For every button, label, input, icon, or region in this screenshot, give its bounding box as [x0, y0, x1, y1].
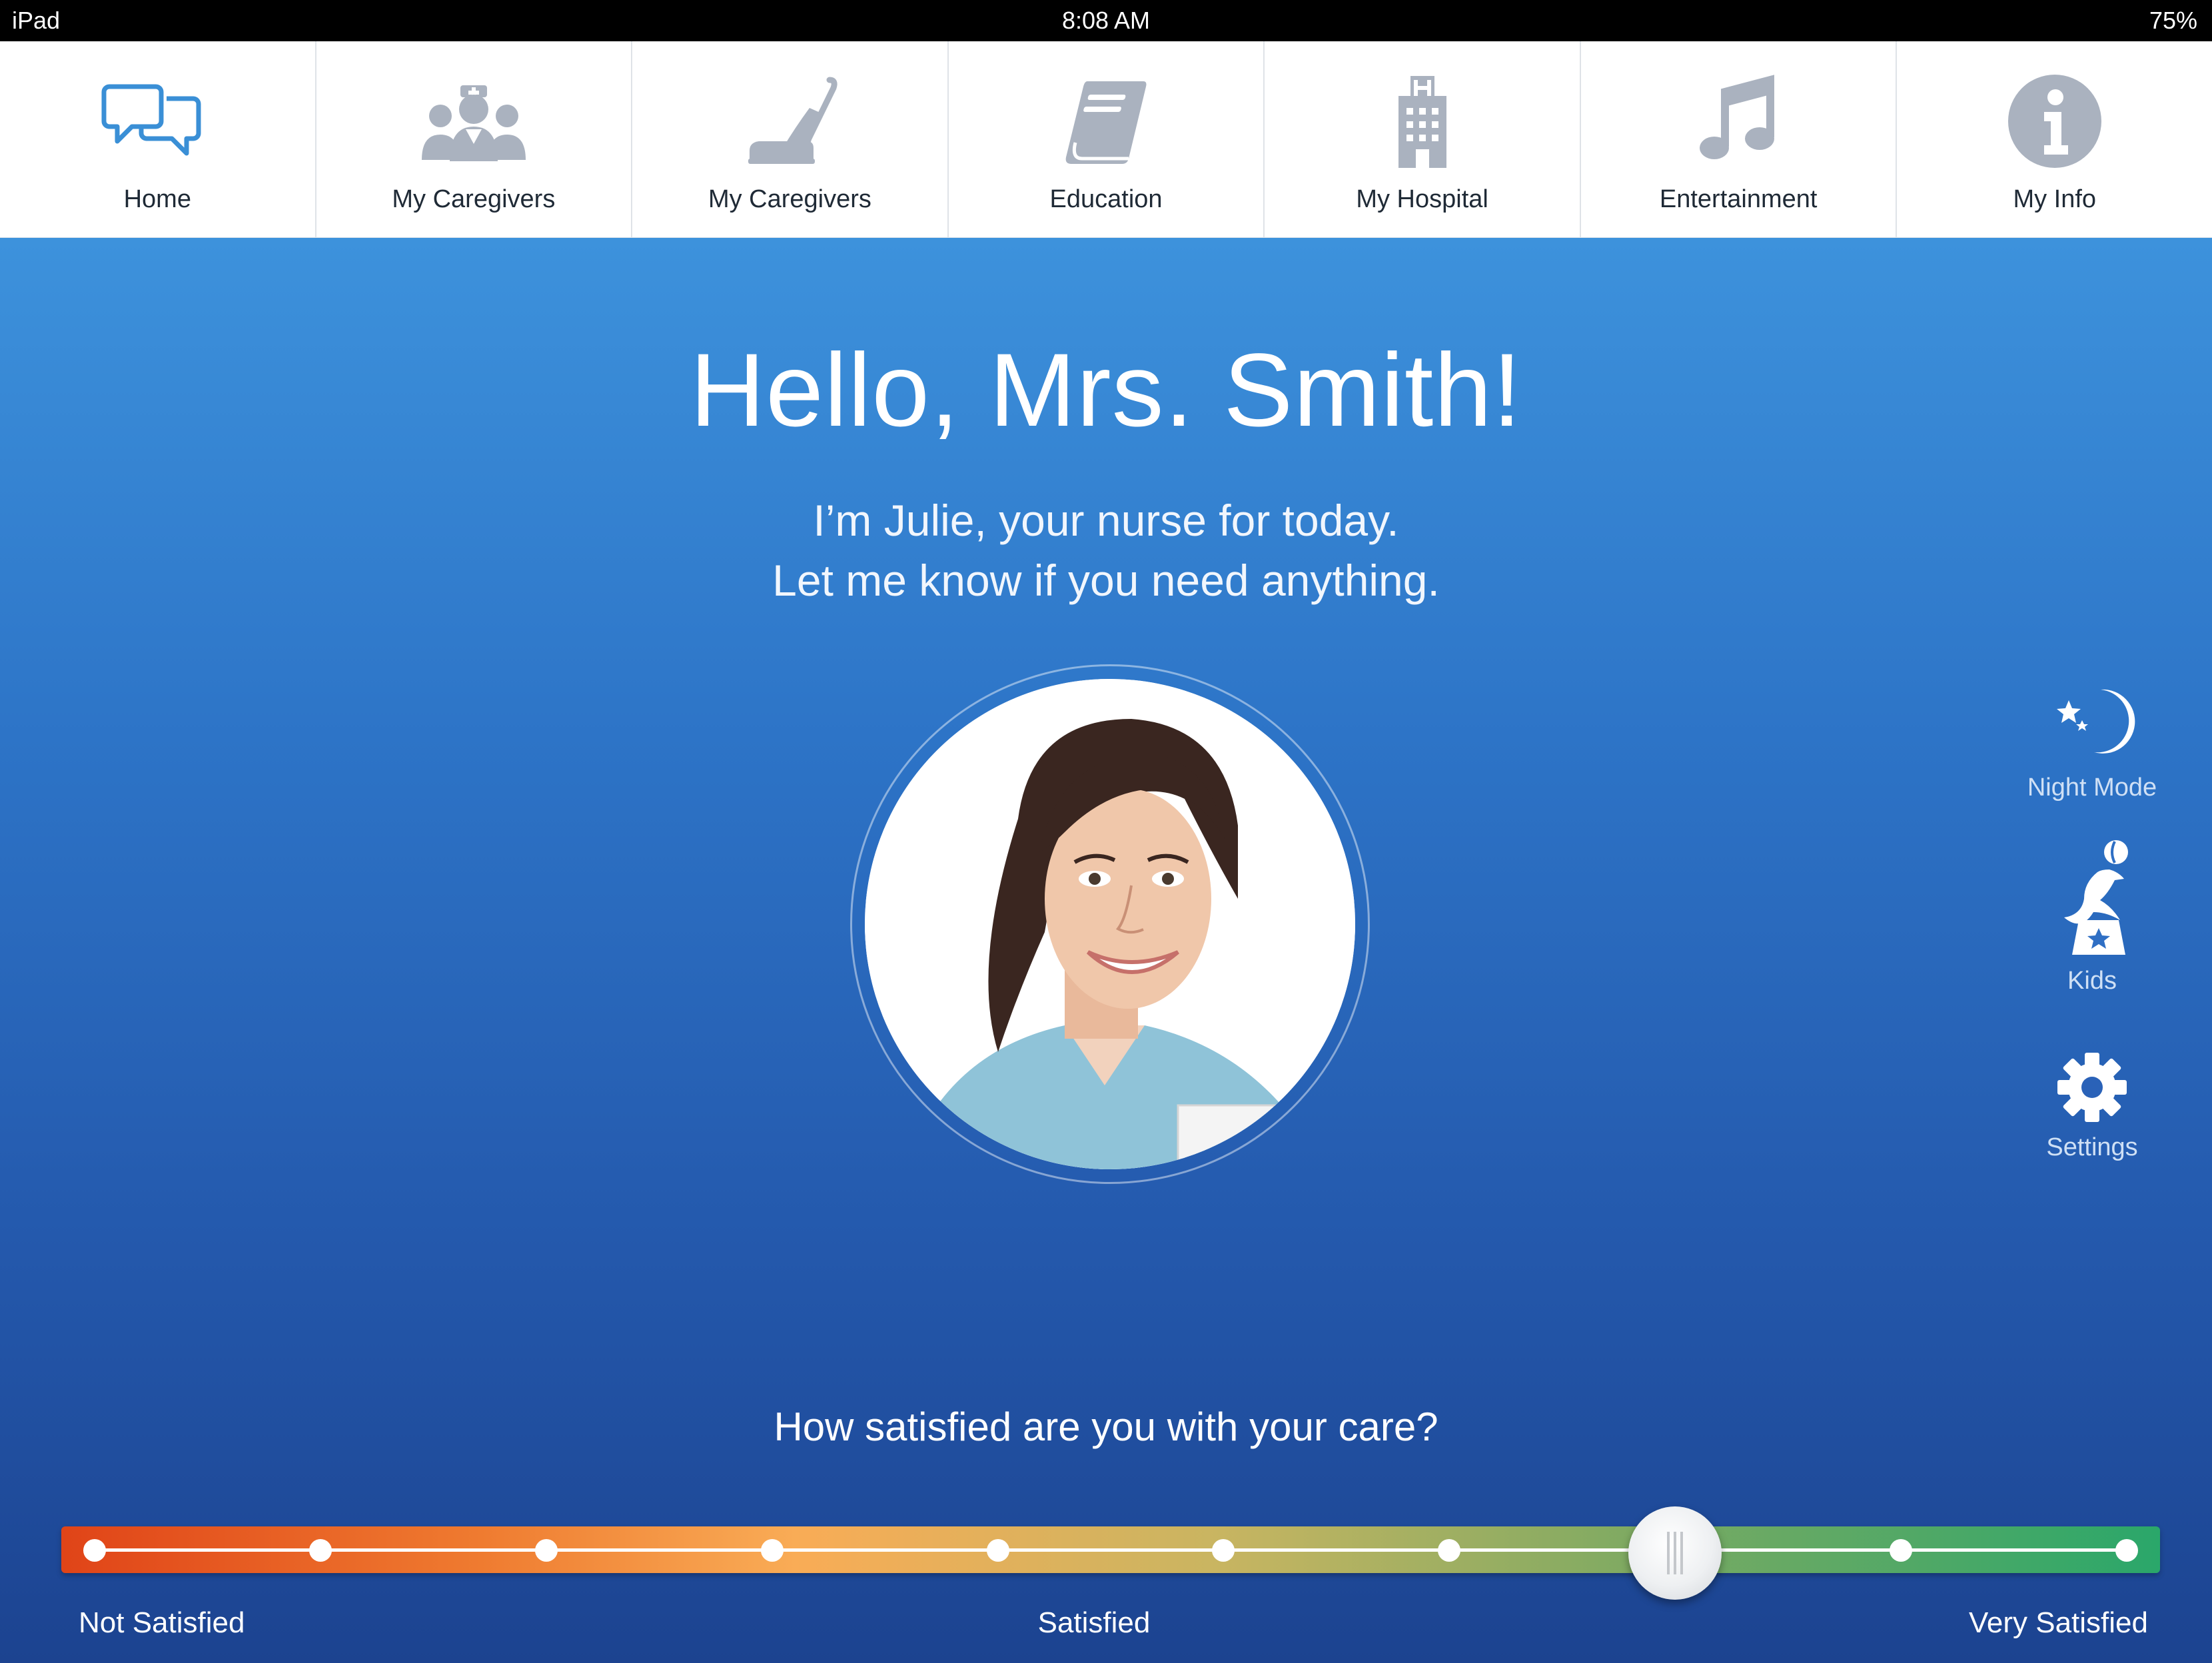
slider-step-dot[interactable]: [1890, 1539, 1913, 1562]
kids-button[interactable]: Kids: [1992, 837, 2192, 995]
slider-line: [95, 1548, 2127, 1552]
nav-label-my-caregivers: My Caregivers: [392, 185, 556, 213]
knob-grip: [1674, 1532, 1677, 1574]
seal-ball-icon: [2045, 837, 2139, 957]
satisfaction-question: How satisfied are you with your care?: [774, 1404, 1438, 1449]
info-icon: [1995, 68, 2115, 175]
main-panel: Hello, Mrs. Smith! I’m Julie, your nurse…: [0, 238, 2212, 1663]
kids-label: Kids: [2067, 967, 2117, 995]
nav-label-my-hospital: My Hospital: [1356, 185, 1488, 213]
nav-item-my-info[interactable]: My Info: [1897, 41, 2212, 237]
slider-step-dot[interactable]: [986, 1539, 1009, 1562]
slider-step-dot[interactable]: [1212, 1539, 1235, 1562]
top-nav: Home My Caregivers My Caregivers Educati…: [0, 41, 2212, 239]
nurse-intro-line-1: I’m Julie, your nurse for today.: [813, 496, 1399, 545]
nav-item-my-caregivers[interactable]: My Caregivers: [316, 41, 633, 237]
chat-bubbles-icon: [97, 68, 217, 175]
nav-label-my-caregivers-2: My Caregivers: [708, 185, 871, 213]
nav-item-my-hospital[interactable]: My Hospital: [1265, 41, 1581, 237]
slider-step-dot[interactable]: [534, 1539, 558, 1562]
nav-label-entertainment: Entertainment: [1659, 185, 1818, 213]
night-mode-label: Night Mode: [2027, 774, 2157, 802]
book-icon: [1046, 68, 1166, 175]
slider-step-dot[interactable]: [2115, 1539, 2138, 1562]
clock: 8:08 AM: [1061, 7, 1151, 34]
slider-step-dot[interactable]: [1438, 1539, 1461, 1562]
nurse-avatar: [865, 679, 1355, 1169]
knob-grip: [1680, 1532, 1684, 1574]
slider-step-dot[interactable]: [83, 1539, 106, 1562]
vacuum-icon: [730, 68, 849, 175]
night-mode-button[interactable]: Night Mode: [1992, 678, 2192, 802]
battery-level: 75%: [2149, 7, 2197, 34]
nav-label-home: Home: [123, 185, 191, 213]
nav-item-my-caregivers-housekeeping[interactable]: My Caregivers: [632, 41, 949, 237]
nav-label-education: Education: [1049, 185, 1163, 213]
greeting-title: Hello, Mrs. Smith!: [690, 332, 1522, 448]
music-note-icon: [1678, 68, 1798, 175]
hospital-icon: [1363, 68, 1482, 175]
knob-grip: [1667, 1532, 1670, 1574]
nav-item-entertainment[interactable]: Entertainment: [1581, 41, 1898, 237]
satisfaction-slider[interactable]: [61, 1506, 2160, 1600]
label-very-satisfied: Very Satisfied: [1968, 1606, 2148, 1639]
slider-step-dot[interactable]: [308, 1539, 332, 1562]
caregivers-icon: [414, 68, 534, 175]
moon-stars-icon: [2049, 678, 2135, 764]
label-satisfied: Satisfied: [1037, 1606, 1151, 1639]
nav-label-my-info: My Info: [2013, 185, 2097, 213]
slider-step-dot[interactable]: [760, 1539, 784, 1562]
nav-item-education[interactable]: Education: [949, 41, 1265, 237]
status-bar: iPad 8:08 AM 75%: [0, 0, 2212, 41]
settings-label: Settings: [2046, 1133, 2138, 1161]
slider-knob[interactable]: [1628, 1506, 1722, 1600]
gear-icon: [2055, 1051, 2129, 1124]
nurse-intro-line-2: Let me know if you need anything.: [772, 556, 1440, 605]
settings-button[interactable]: Settings: [1992, 1051, 2192, 1162]
nav-item-home[interactable]: Home: [0, 41, 316, 237]
